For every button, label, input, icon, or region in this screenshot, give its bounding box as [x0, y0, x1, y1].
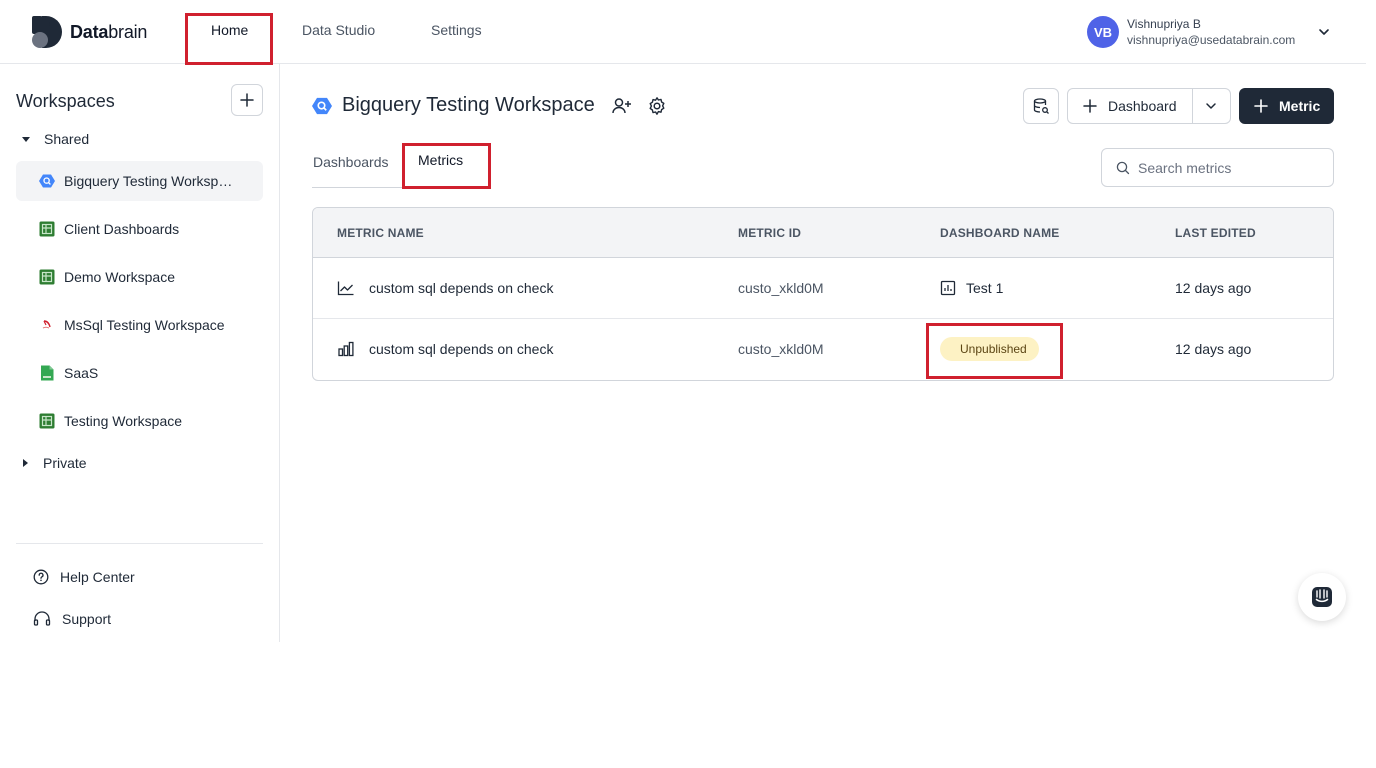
- nav-settings[interactable]: Settings: [431, 22, 482, 38]
- metrics-table: METRIC NAME METRIC ID DASHBOARD NAME LAS…: [312, 207, 1334, 381]
- workspace-header: Bigquery Testing Workspace: [312, 94, 667, 117]
- chat-widget-button[interactable]: [1298, 573, 1346, 621]
- headset-icon: [33, 611, 51, 626]
- group-shared[interactable]: Shared: [20, 131, 89, 147]
- nav-home[interactable]: Home: [211, 22, 248, 38]
- metric-name-cell[interactable]: custom sql depends on check: [337, 280, 553, 296]
- col-metric-name[interactable]: METRIC NAME: [337, 226, 424, 240]
- bar-chart-icon: [338, 341, 354, 357]
- table-header: METRIC NAME METRIC ID DASHBOARD NAME LAS…: [313, 208, 1333, 258]
- dashboard-dropdown-button[interactable]: [1193, 89, 1230, 123]
- metric-id-cell: custo_xkld0M: [738, 341, 824, 357]
- tab-underline: [312, 187, 487, 188]
- sidebar: Workspaces Shared Bigquery Testing Works…: [0, 64, 280, 642]
- search-box: [1101, 148, 1334, 187]
- sidebar-item-saas[interactable]: SaaS: [16, 353, 263, 393]
- mssql-icon: [42, 320, 51, 329]
- dashboard-name-cell[interactable]: Test 1: [940, 280, 1003, 296]
- datasource-button[interactable]: [1023, 88, 1059, 124]
- workspaces-title: Workspaces: [16, 91, 115, 111]
- top-bar: Databrain Home Data Studio Settings VB V…: [0, 0, 1366, 64]
- sidebar-item-mssql[interactable]: MsSql Testing Workspace: [16, 305, 263, 345]
- dashboard-icon: [940, 280, 956, 296]
- metric-id-cell: custo_xkld0M: [738, 280, 824, 296]
- help-icon: [33, 569, 49, 585]
- metric-name-cell[interactable]: custom sql depends on check: [337, 341, 553, 357]
- nav-data-studio[interactable]: Data Studio: [302, 22, 375, 38]
- logo-text: Databrain: [70, 21, 148, 42]
- group-private[interactable]: Private: [20, 455, 87, 471]
- table-row[interactable]: custom sql depends on check custo_xkld0M…: [313, 258, 1333, 319]
- search-icon: [1116, 161, 1130, 174]
- caret-down-icon: [22, 136, 30, 142]
- add-metric-button[interactable]: Metric: [1239, 88, 1334, 124]
- workspace-title: Bigquery Testing Workspace: [342, 94, 595, 116]
- support-link[interactable]: Support: [33, 611, 111, 627]
- gear-icon: [649, 96, 665, 115]
- sidebar-item-testing-workspace[interactable]: Testing Workspace: [16, 401, 263, 441]
- plus-icon: [1254, 99, 1268, 113]
- last-edited-cell: 12 days ago: [1175, 280, 1252, 296]
- status-badge: Unpublished: [940, 337, 1039, 361]
- sidebar-divider: [16, 543, 263, 544]
- databrain-logo[interactable]: Databrain: [32, 16, 147, 48]
- chevron-down-icon: [1206, 103, 1216, 109]
- last-edited-cell: 12 days ago: [1175, 341, 1252, 357]
- avatar: VB: [1087, 16, 1119, 48]
- caret-right-icon: [23, 459, 28, 467]
- user-plus-icon: [611, 97, 631, 113]
- add-member-button[interactable]: [611, 96, 633, 116]
- sheets-icon: [39, 269, 55, 285]
- bigquery-icon: [312, 97, 332, 114]
- tab-dashboards[interactable]: Dashboards: [313, 154, 389, 170]
- sheets-icon: [39, 413, 55, 429]
- chevron-down-icon[interactable]: [1316, 24, 1332, 40]
- col-last-edited[interactable]: LAST EDITED: [1175, 226, 1256, 240]
- search-input[interactable]: [1138, 159, 1318, 176]
- plus-icon: [1083, 99, 1097, 113]
- col-metric-id[interactable]: METRIC ID: [738, 226, 801, 240]
- help-center-link[interactable]: Help Center: [33, 569, 135, 585]
- line-chart-icon: [337, 281, 354, 296]
- sidebar-item-demo-workspace[interactable]: Demo Workspace: [16, 257, 263, 297]
- tab-metrics[interactable]: Metrics: [418, 152, 463, 168]
- bigquery-icon: [39, 174, 55, 188]
- chat-icon: [1312, 587, 1332, 607]
- logo-icon: [32, 16, 62, 48]
- sidebar-item-bigquery[interactable]: Bigquery Testing Workspace: [16, 161, 263, 201]
- database-search-icon: [1033, 98, 1049, 114]
- csv-icon: [41, 365, 54, 381]
- dashboard-button-group: Dashboard: [1067, 88, 1231, 124]
- table-row[interactable]: custom sql depends on check custo_xkld0M…: [313, 319, 1333, 380]
- add-dashboard-button[interactable]: Dashboard: [1068, 89, 1193, 123]
- plus-icon: [240, 93, 254, 107]
- user-menu[interactable]: VB Vishnupriya B vishnupriya@usedatabrai…: [1087, 16, 1295, 48]
- user-name: Vishnupriya B: [1127, 17, 1201, 31]
- workspace-settings-button[interactable]: [647, 96, 667, 116]
- sheets-icon: [39, 221, 55, 237]
- col-dashboard-name[interactable]: DASHBOARD NAME: [940, 226, 1059, 240]
- user-email: vishnupriya@usedatabrain.com: [1127, 33, 1296, 47]
- add-workspace-button[interactable]: [231, 84, 263, 116]
- sidebar-item-client-dashboards[interactable]: Client Dashboards: [16, 209, 263, 249]
